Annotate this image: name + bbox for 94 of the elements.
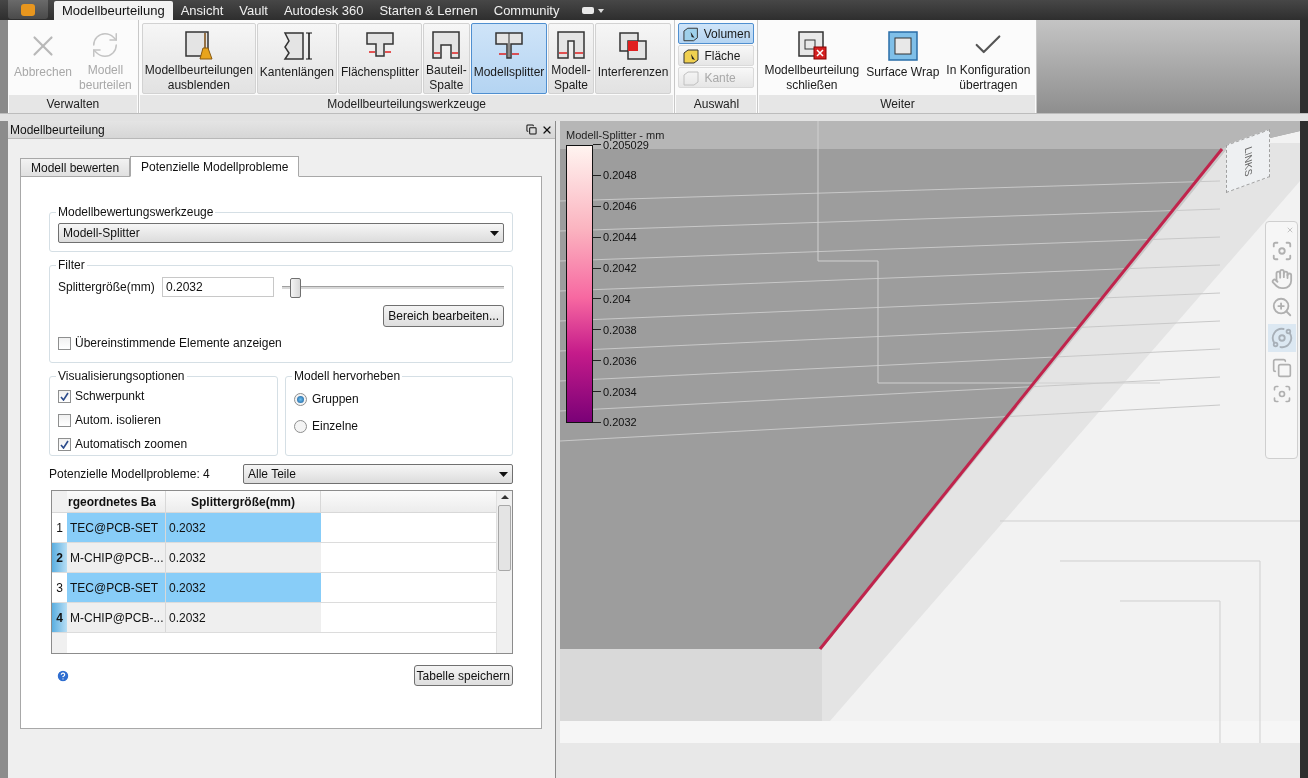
cube-icon [682, 47, 701, 64]
slider-thumb[interactable] [290, 277, 302, 298]
group-label: Weiter [759, 95, 1036, 113]
corner-cell [52, 491, 67, 512]
gap-icon [430, 29, 463, 61]
table-cell: TEC@PCB-SET [67, 513, 166, 542]
gap-icon [555, 29, 588, 61]
ribbon-button[interactable]: Modell- Spalte [548, 23, 594, 94]
column-header[interactable]: rgeordnetes Ba [67, 491, 166, 512]
group-title: Filter [57, 257, 86, 274]
row-header[interactable]: 4 [52, 603, 67, 632]
row-header-strip [52, 633, 67, 653]
problems-count: Potenzielle Modellprobleme: 4 [49, 466, 211, 483]
scale-label: 0.2046 [603, 200, 637, 213]
ribbon-button[interactable]: Modellbeurteilungen ausblenden [141, 23, 256, 94]
ribbon-button[interactable]: Bauteil- Spalte [422, 23, 470, 94]
table-cell: 0.2032 [166, 603, 321, 632]
caret-icon [499, 471, 508, 477]
tool-dropdown[interactable]: Modell-Splitter [58, 223, 504, 243]
restore-icon[interactable] [526, 124, 537, 135]
panel-title: Modellbeurteilung [10, 121, 105, 139]
column-header[interactable]: Splittergröße(mm) [166, 491, 321, 512]
help-icon[interactable] [56, 668, 70, 683]
radio-button[interactable] [294, 419, 307, 433]
checkbox[interactable] [58, 413, 71, 427]
table-cell: M-CHIP@PCB-... [67, 603, 166, 632]
panel-tab[interactable]: Potenzielle Modellprobleme [130, 156, 300, 177]
scale-label: 0.2032 [603, 416, 637, 429]
ribbon-button[interactable]: Volumen [678, 23, 755, 44]
ribbon-button[interactable]: Interferenzen [594, 23, 672, 94]
checkbox-label: Automatisch zoomen [75, 436, 188, 453]
checkbox[interactable] [58, 437, 71, 451]
field-label: Splittergröße(mm) [58, 279, 156, 296]
caret-icon [490, 230, 499, 236]
radio-label: Einzelne [312, 418, 359, 435]
save-table-button[interactable]: Tabelle speichern [413, 665, 513, 686]
ribbon-tab[interactable]: Ansicht [172, 1, 232, 20]
checkbox-label: Autom. isolieren [75, 412, 162, 429]
panel-tab[interactable]: Modell bewerten [20, 158, 131, 176]
group-title: Visualisierungsoptionen [57, 368, 186, 385]
scale-label: 0.2034 [603, 385, 637, 398]
ribbon-button[interactable]: Flächensplitter [337, 23, 422, 94]
checkbox[interactable] [58, 389, 71, 403]
table-cell: 0.2032 [166, 513, 321, 542]
scale-label: 0.2044 [603, 231, 637, 244]
window-close-icon [795, 29, 828, 61]
splitter-icon [493, 30, 525, 62]
ribbon-tab[interactable]: Autodesk 360 [275, 1, 372, 20]
ribbon-button[interactable]: Kantenlängen [256, 23, 337, 94]
ribbon-button[interactable]: Fläche [678, 45, 755, 66]
orbit-button[interactable] [1267, 324, 1296, 352]
cube-icon [682, 25, 700, 42]
table-cell: M-CHIP@PCB-... [67, 543, 166, 572]
center-icon[interactable] [1271, 384, 1292, 404]
ribbon-tab[interactable]: Modellbeurteilung [54, 1, 173, 20]
scrollbar[interactable] [496, 491, 512, 653]
wrap-icon [886, 30, 919, 62]
edit-range-button[interactable]: Bereich bearbeiten... [383, 305, 504, 327]
ribbon-tab[interactable]: Community [485, 1, 568, 20]
checkbox-label: Schwerpunkt [75, 388, 145, 405]
checkbox-label: Übereinstimmende Elemente anzeigen [75, 335, 282, 352]
overlap-icon [617, 30, 650, 62]
radio-button[interactable] [294, 392, 307, 406]
scale-label: 0.2038 [603, 323, 637, 336]
table-cell: TEC@PCB-SET [67, 573, 166, 602]
zoom-icon[interactable] [1270, 296, 1293, 318]
group-label: Auswahl [676, 95, 757, 113]
group-title: Modellbewertungswerkzeuge [57, 204, 215, 221]
scale-label: 0.204 [603, 292, 631, 305]
group-title: Modell hervorheben [293, 368, 402, 385]
ribbon-button[interactable]: Modellbeurteilung schließen [761, 23, 863, 94]
checkbox[interactable] [58, 336, 71, 350]
radio-label: Gruppen [312, 391, 359, 408]
scale-label: 0.2036 [603, 354, 637, 367]
cube-icon [682, 69, 701, 86]
scale-label: 0.2048 [603, 169, 637, 182]
ribbon-button[interactable]: Modellsplitter [470, 23, 548, 94]
group-label: Modellbeurteilungswerkzeuge [139, 95, 674, 113]
hand-icon[interactable] [1270, 268, 1293, 290]
ribbon-button[interactable]: Surface Wrap [863, 23, 943, 94]
size-field[interactable]: 0.2032 [162, 277, 274, 297]
table-cell: 0.2032 [166, 573, 321, 602]
group-label: Verwalten [9, 95, 137, 113]
screen-icon [581, 7, 594, 14]
table-cell: 0.2032 [166, 543, 321, 572]
scale-label: 0.2042 [603, 262, 637, 274]
app-menu-button[interactable] [8, 0, 48, 19]
ribbon-tab[interactable]: Starten & Lernen [371, 1, 486, 20]
ribbon-button[interactable]: In Konfiguration übertragen [943, 23, 1034, 94]
broom-icon [182, 29, 215, 61]
row-header[interactable]: 2 [52, 543, 67, 572]
ribbon-tab[interactable]: Vault [231, 1, 276, 20]
caret-icon [597, 8, 604, 13]
parts-dropdown[interactable]: Alle Teile [243, 464, 513, 484]
